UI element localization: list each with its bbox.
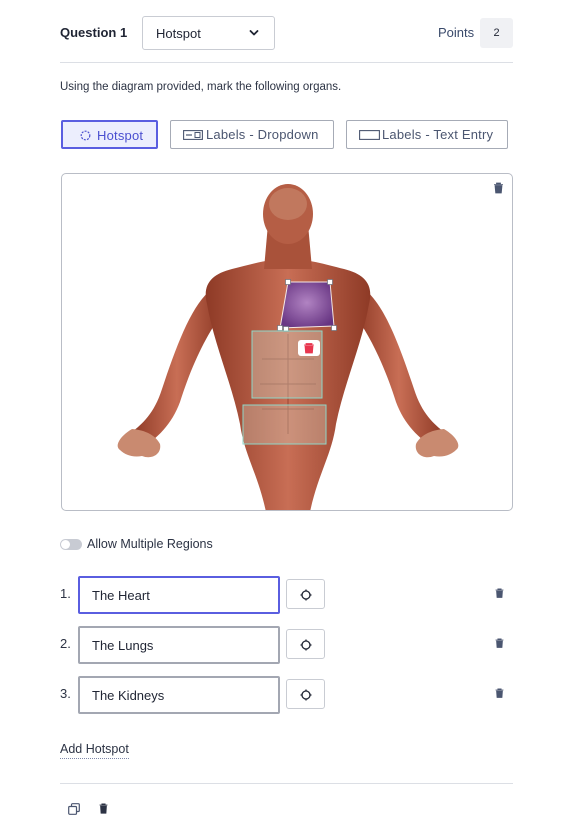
anatomy-figure-image xyxy=(117,184,459,510)
text-field-icon xyxy=(359,130,380,140)
question-label: Question 1 xyxy=(60,25,128,40)
crosshair-icon xyxy=(300,639,312,651)
tab-hotspot[interactable]: Hotspot xyxy=(61,120,158,149)
tab-labels-text-entry[interactable]: Labels - Text Entry xyxy=(346,120,508,149)
hotspot-row: 1. xyxy=(60,576,513,614)
trash-icon[interactable] xyxy=(495,588,504,598)
hotspot-circle-icon xyxy=(80,130,91,141)
tab-labels-dropdown[interactable]: Labels - Dropdown xyxy=(170,120,334,149)
question-instruction: Using the diagram provided, mark the fol… xyxy=(60,81,342,93)
trash-icon[interactable] xyxy=(495,688,504,698)
add-hotspot-link[interactable]: Add Hotspot xyxy=(60,742,129,759)
allow-multiple-regions-label: Allow Multiple Regions xyxy=(87,537,213,551)
hotspot-number: 2. xyxy=(60,636,71,651)
points-value: 2 xyxy=(493,27,500,39)
footer-divider xyxy=(60,783,513,784)
crosshair-icon xyxy=(300,689,312,701)
question-header: Question 1 Hotspot Points 2 xyxy=(60,16,513,50)
region-delete-button[interactable] xyxy=(298,340,320,356)
kidneys-region[interactable] xyxy=(242,404,327,445)
header-divider xyxy=(60,62,513,63)
points-input[interactable]: 2 xyxy=(480,18,513,48)
hotspot-target-button[interactable] xyxy=(286,679,325,709)
allow-multiple-regions-toggle[interactable] xyxy=(60,539,82,550)
hotspot-canvas[interactable] xyxy=(61,173,513,511)
points-label: Points xyxy=(438,25,475,40)
tab-labels-dropdown-label: Labels - Dropdown xyxy=(206,127,319,142)
question-type-select[interactable]: Hotspot xyxy=(142,16,275,50)
tab-labels-text-entry-label: Labels - Text Entry xyxy=(382,127,494,142)
hotspot-name-input[interactable] xyxy=(78,626,280,664)
question-type-value: Hotspot xyxy=(156,26,201,41)
trash-icon[interactable] xyxy=(99,803,108,814)
hotspot-name-input[interactable] xyxy=(78,576,280,614)
hotspot-target-button[interactable] xyxy=(286,579,325,609)
hotspot-name-input[interactable] xyxy=(78,676,280,714)
copy-icon[interactable] xyxy=(68,803,80,815)
crosshair-icon xyxy=(300,589,312,601)
chevron-down-icon xyxy=(249,30,259,36)
dropdown-field-icon xyxy=(183,130,203,140)
hotspot-number: 3. xyxy=(60,686,71,701)
hotspot-row: 2. xyxy=(60,626,513,664)
heart-region[interactable] xyxy=(279,281,335,329)
hotspot-row: 3. xyxy=(60,676,513,714)
tab-hotspot-label: Hotspot xyxy=(97,128,144,143)
hotspot-number: 1. xyxy=(60,586,71,601)
trash-icon[interactable] xyxy=(495,638,504,648)
hotspot-target-button[interactable] xyxy=(286,629,325,659)
trash-icon[interactable] xyxy=(493,182,504,194)
